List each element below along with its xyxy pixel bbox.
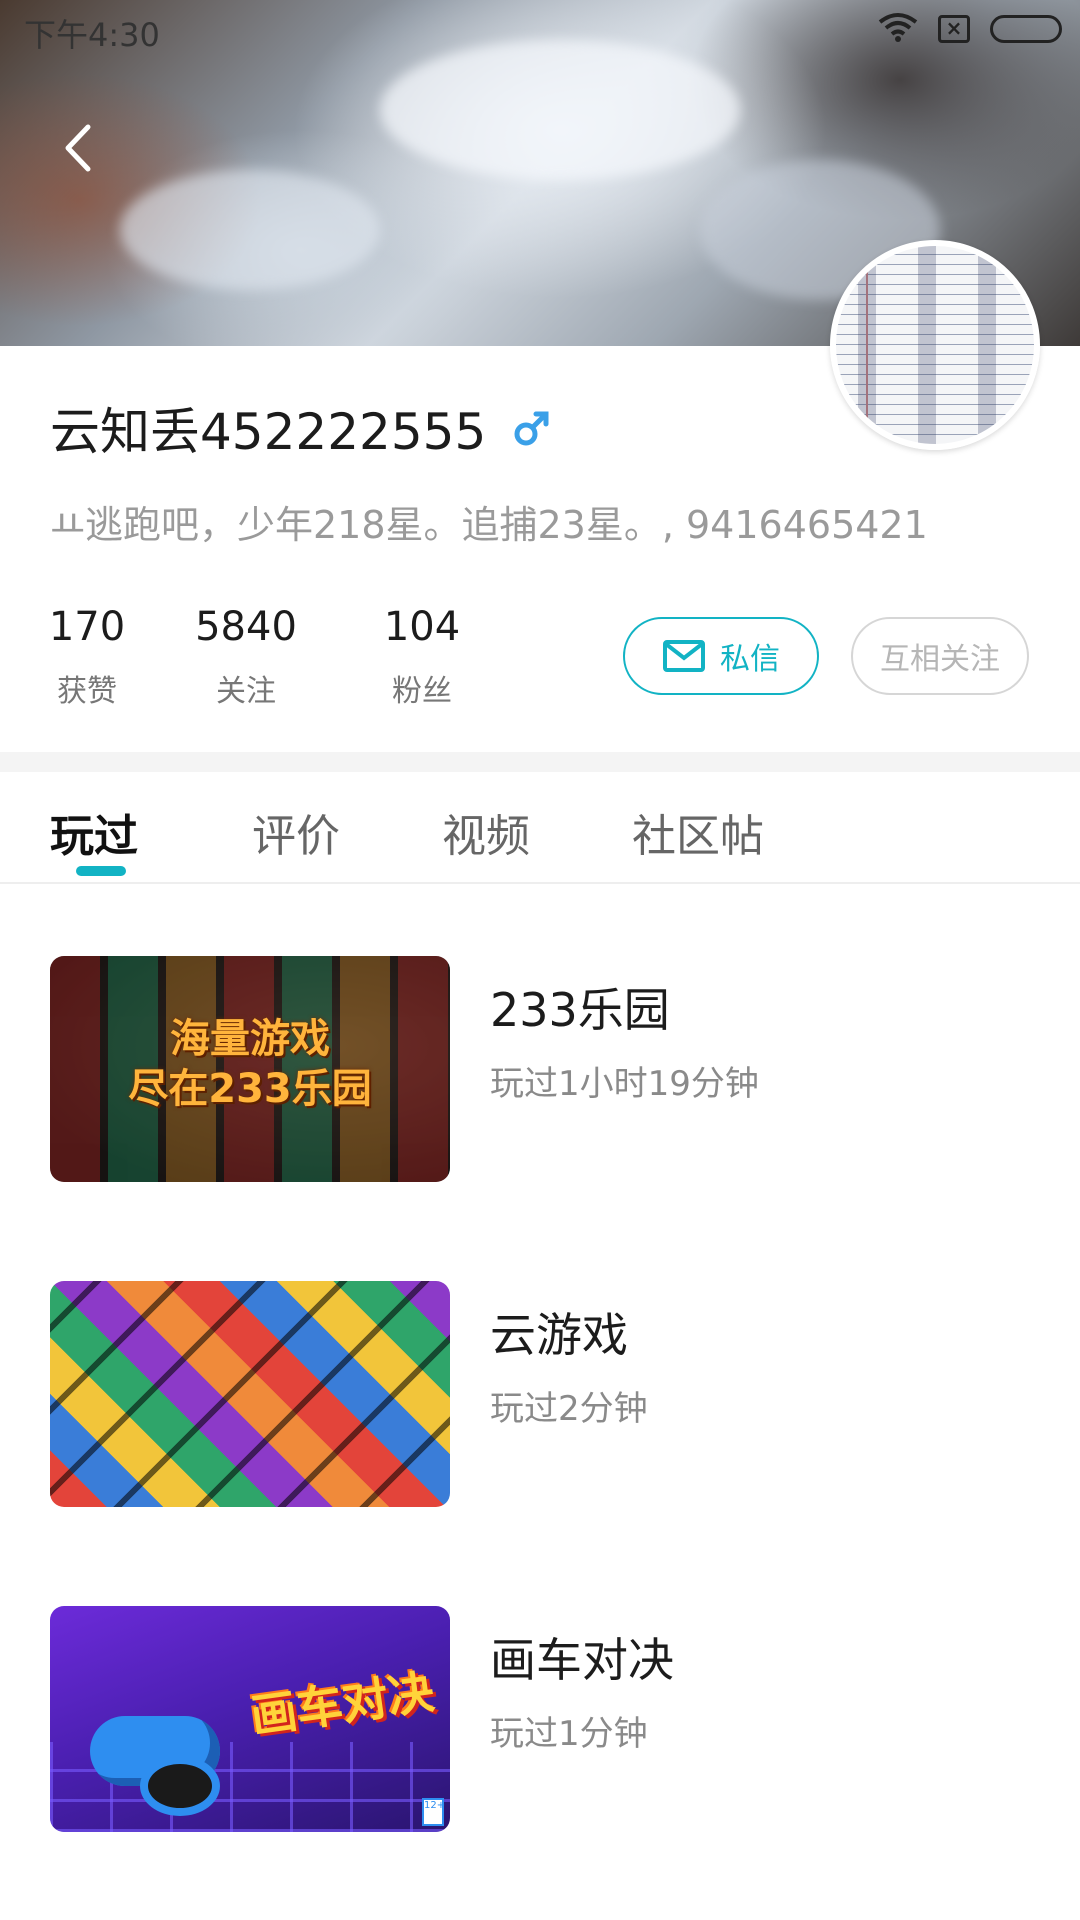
game-playtime: 玩过1小时19分钟 — [490, 1064, 759, 1104]
battery-icon — [990, 15, 1062, 43]
username: 云知丢452222555 — [50, 392, 552, 464]
message-button[interactable]: 私信 — [623, 617, 819, 695]
banner-line: 尽在233乐园 — [128, 1066, 372, 1112]
section-divider — [0, 752, 1080, 772]
wifi-icon — [878, 12, 918, 46]
stat-value: 170 — [48, 604, 126, 650]
game-item[interactable]: 画车对决 12+ 画车对决 玩过1分钟 — [50, 1606, 1030, 1832]
game-thumbnail[interactable]: 海量游戏 尽在233乐园 — [50, 956, 450, 1182]
avatar[interactable] — [830, 240, 1040, 450]
male-symbol-icon — [512, 408, 552, 448]
chevron-left-icon — [65, 124, 91, 172]
cover-fold — [380, 40, 740, 180]
profile-tabs: 玩过 评价 视频 社区帖 — [0, 772, 1080, 884]
game-name: 云游戏 — [490, 1308, 628, 1362]
status-bar: 下午4:30 × — [0, 0, 1080, 60]
tab-played[interactable]: 玩过 — [50, 800, 138, 864]
stat-likes[interactable]: 170 获赞 — [48, 604, 126, 710]
cover-fold — [120, 170, 380, 290]
game-playtime: 玩过2分钟 — [490, 1389, 648, 1429]
game-name: 画车对决 — [490, 1633, 674, 1687]
stat-label: 关注 — [216, 674, 276, 709]
thumbnail-logo: 画车对决 — [247, 1664, 438, 1744]
game-playtime: 玩过1分钟 — [490, 1714, 648, 1754]
status-time: 下午4:30 — [24, 16, 160, 54]
follow-button[interactable]: 互相关注 — [851, 617, 1029, 695]
stat-value: 104 — [383, 604, 461, 650]
signature: ㅛ逃跑吧，少年218星。追捕23星。, 9416465421 — [50, 503, 928, 547]
stat-following[interactable]: 5840 关注 — [195, 604, 297, 710]
stat-label: 获赞 — [57, 674, 117, 709]
stat-followers[interactable]: 104 粉丝 — [374, 604, 470, 710]
stat-label: 粉丝 — [392, 674, 452, 709]
message-button-label: 私信 — [720, 642, 780, 677]
thumbnail-wheel — [140, 1756, 220, 1816]
tab-community-posts[interactable]: 社区帖 — [632, 800, 764, 864]
game-thumbnail[interactable]: 画车对决 12+ — [50, 1606, 450, 1832]
tab-videos[interactable]: 视频 — [442, 800, 530, 864]
stat-value: 5840 — [195, 604, 297, 650]
status-icons: × — [878, 12, 1062, 46]
thumbnail-banner-text: 海量游戏 尽在233乐园 — [50, 1014, 450, 1114]
age-rating-badge: 12+ — [422, 1798, 445, 1826]
follow-button-label: 互相关注 — [880, 642, 1000, 677]
no-sim-icon: × — [938, 15, 970, 43]
game-thumbnail[interactable] — [50, 1281, 450, 1507]
tab-reviews[interactable]: 评价 — [252, 800, 340, 864]
username-text: 云知丢452222555 — [50, 403, 487, 461]
game-name: 233乐园 — [490, 983, 670, 1037]
profile-stats: 170 获赞 5840 关注 104 粉丝 — [48, 604, 470, 710]
tab-indicator — [76, 866, 126, 876]
envelope-icon — [663, 640, 705, 672]
game-item[interactable]: 云游戏 玩过2分钟 — [50, 1281, 1030, 1507]
back-button[interactable] — [52, 118, 102, 178]
game-item[interactable]: 海量游戏 尽在233乐园 233乐园 玩过1小时19分钟 — [50, 956, 1030, 1182]
banner-line: 海量游戏 — [170, 1016, 330, 1062]
